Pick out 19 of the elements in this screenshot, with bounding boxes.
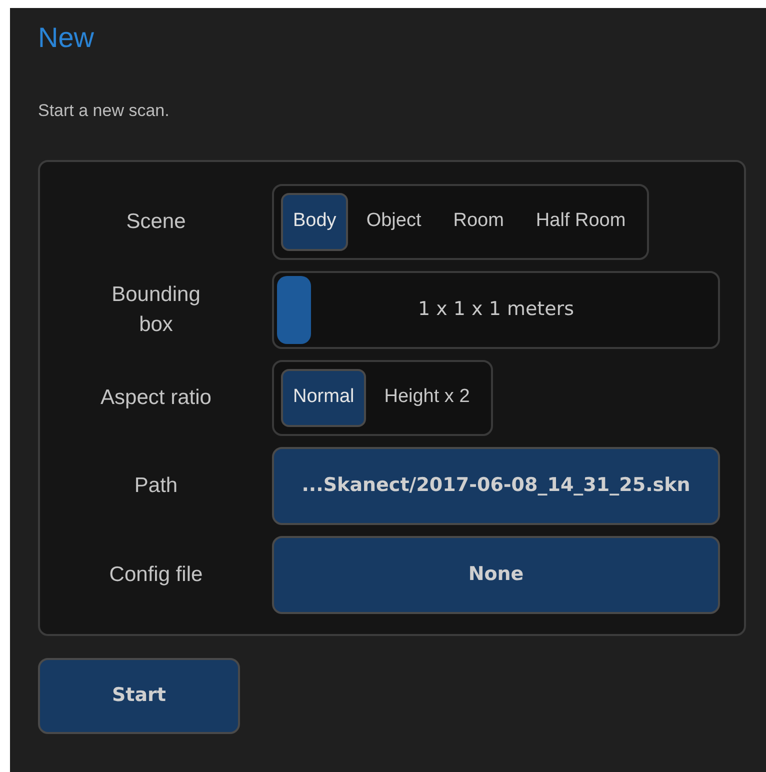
- field-label: Scene: [125, 208, 187, 234]
- segment-option[interactable]: Room: [439, 192, 518, 250]
- slider-reading: 1 x 1 x 1 meters: [418, 297, 574, 322]
- path-button[interactable]: ...Skanect/2017-06-08_14_31_25.skn: [272, 446, 720, 524]
- path-button[interactable]: None: [272, 536, 720, 614]
- segment-option[interactable]: Half Room: [522, 192, 640, 250]
- page-title: New: [38, 21, 96, 55]
- segment-option[interactable]: Height x 2: [370, 368, 484, 426]
- field-label: Bounding box: [110, 282, 202, 338]
- segment-option[interactable]: Object: [352, 192, 436, 250]
- description-text: Start a new scan.: [38, 100, 170, 122]
- segment-option[interactable]: Normal: [281, 368, 366, 426]
- segment-option[interactable]: Body: [281, 192, 348, 250]
- field-label: Path: [133, 472, 179, 498]
- field-label: Aspect ratio: [100, 384, 212, 410]
- slider-thumb[interactable]: [277, 276, 311, 344]
- start-button[interactable]: Start: [38, 658, 240, 734]
- field-label: Config file: [108, 562, 204, 588]
- slider-track[interactable]: 1 x 1 x 1 meters: [272, 270, 720, 348]
